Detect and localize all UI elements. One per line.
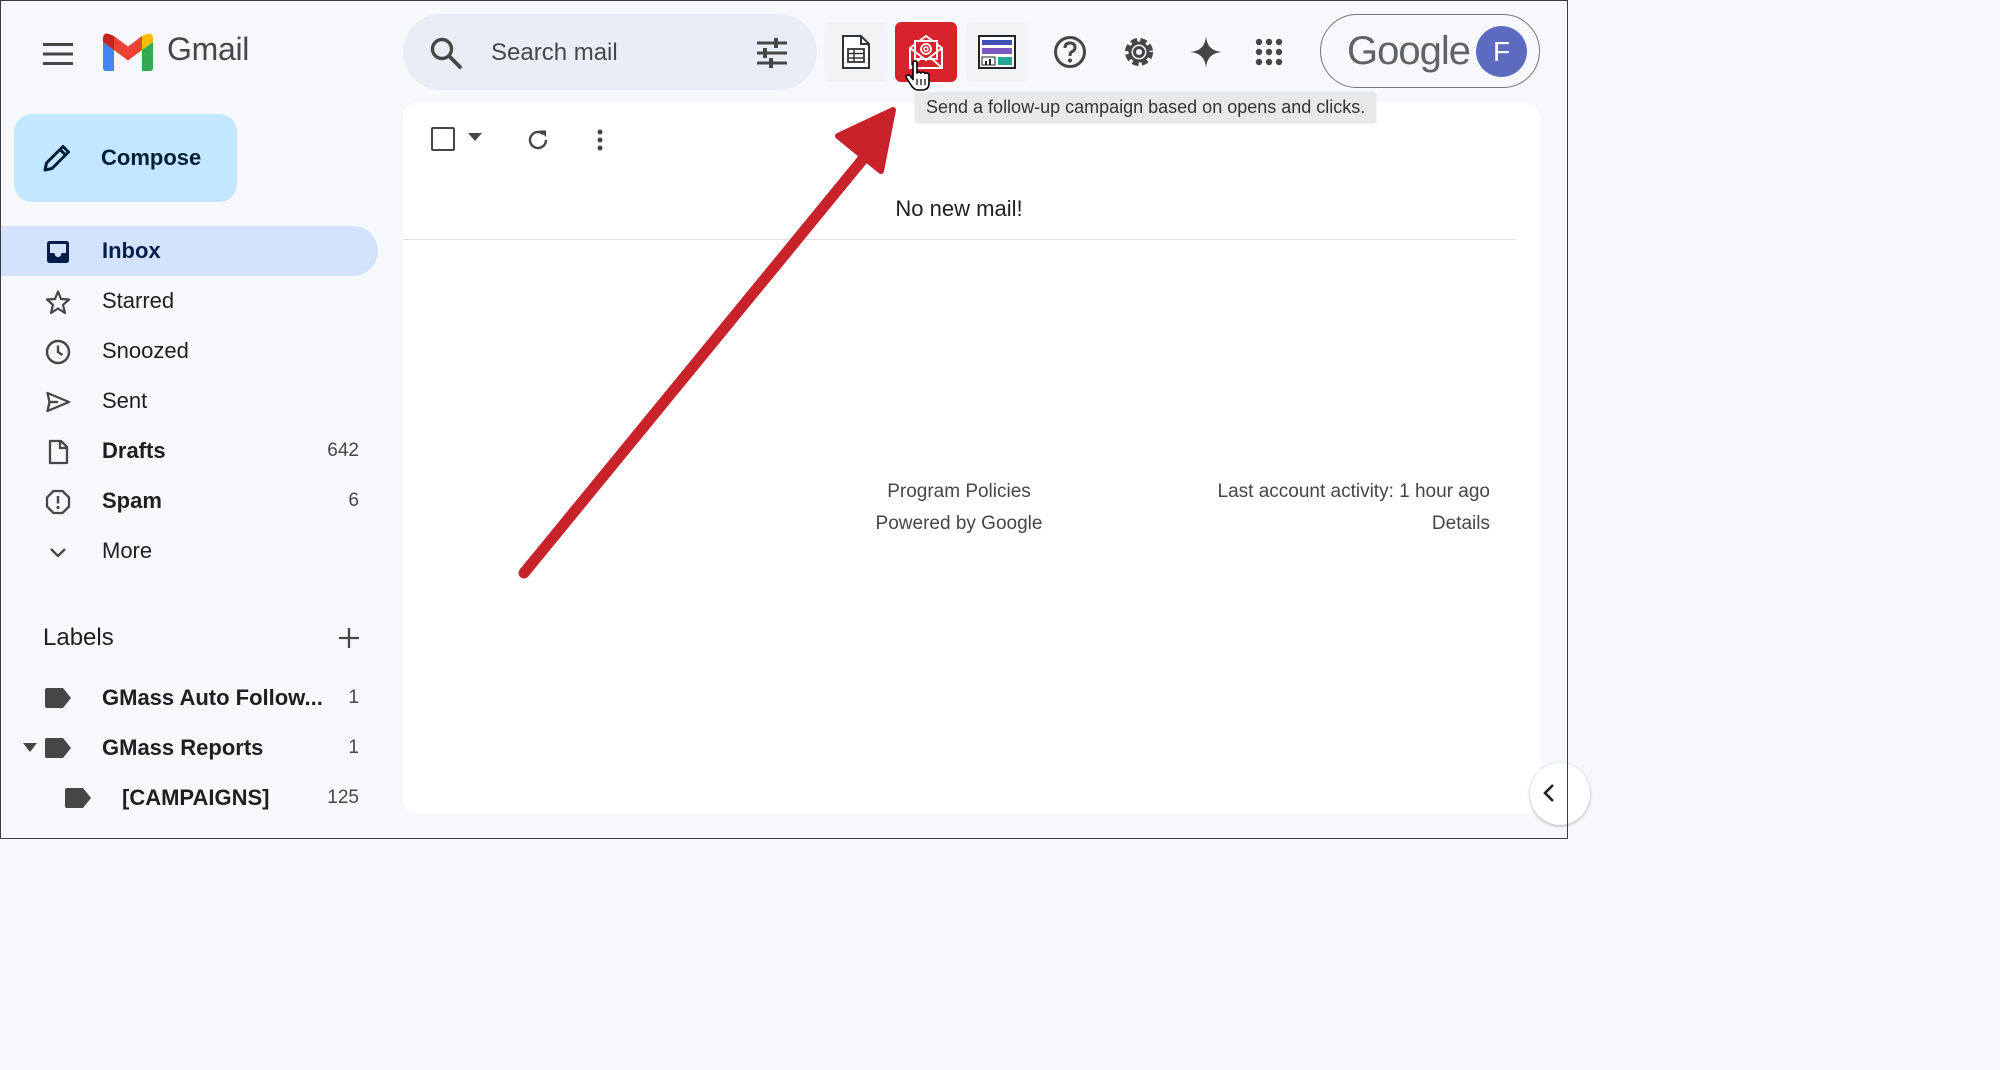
sidebar-item-label: Inbox [102, 238, 161, 263]
apps-icon [1255, 38, 1283, 66]
gemini-icon [1190, 36, 1222, 68]
apps-button[interactable] [1245, 28, 1293, 76]
label-name: GMass Auto Follow... [102, 685, 323, 710]
select-all-checkbox[interactable] [431, 127, 455, 151]
spam-icon [44, 488, 72, 516]
account-switcher[interactable]: Google F [1320, 14, 1540, 88]
compose-button[interactable]: Compose [14, 114, 237, 202]
hand-cursor-icon [905, 60, 930, 91]
send-icon [44, 388, 72, 416]
draft-icon [44, 438, 72, 466]
search-input[interactable] [489, 34, 743, 72]
powered-by-text: Powered by Google [875, 513, 1043, 534]
label-item-gmass-reports[interactable]: GMass Reports 1 [0, 723, 378, 773]
sheets-icon [842, 35, 870, 69]
sidebar-item-label: Starred [102, 288, 175, 313]
sidebar-item-label: Sent [102, 388, 148, 413]
help-icon [1054, 36, 1086, 68]
campaign-tooltip: Send a follow-up campaign based on opens… [915, 92, 1377, 122]
sheets-button[interactable] [825, 22, 887, 82]
google-logo-text: Google [1347, 29, 1471, 73]
chevron-down-icon [44, 538, 72, 566]
sidebar-item-label: Snoozed [102, 338, 189, 363]
menu-icon [43, 43, 73, 65]
chevron-left-icon [1543, 784, 1554, 802]
sidebar-item-inbox[interactable]: Inbox [0, 226, 378, 276]
divider [403, 239, 1516, 240]
drafts-count: 642 [327, 440, 359, 461]
caret-down-icon[interactable] [23, 743, 37, 752]
kebab-icon [597, 129, 603, 151]
settings-icon [1125, 38, 1153, 66]
refresh-icon [528, 130, 548, 150]
last-activity-text: Last account activity: 1 hour ago [1217, 481, 1491, 502]
add-label-button[interactable] [334, 623, 364, 653]
refresh-button[interactable] [520, 122, 556, 158]
sidebar-item-label: More [102, 538, 153, 563]
brand-name: Gmail [167, 31, 250, 67]
label-tag-icon [65, 788, 91, 808]
label-item-campaigns[interactable]: [CAMPAIGNS] 125 [0, 773, 378, 823]
label-count: 125 [327, 787, 359, 808]
label-count: 1 [348, 737, 359, 758]
avatar[interactable]: F [1476, 26, 1527, 77]
help-button[interactable] [1046, 28, 1094, 76]
sidebar-item-spam[interactable]: Spam 6 [0, 476, 378, 526]
sidebar-item-starred[interactable]: Starred [0, 276, 378, 326]
pencil-icon [43, 145, 70, 172]
sidebar-item-label: Drafts [102, 438, 166, 463]
gemini-button[interactable] [1182, 28, 1230, 76]
label-item-gmass-auto-followup[interactable]: GMass Auto Follow... 1 [0, 673, 378, 723]
search-icon[interactable] [429, 36, 463, 70]
search-bar[interactable] [403, 14, 817, 90]
tune-icon[interactable] [755, 38, 789, 68]
gmail-logo-icon[interactable] [102, 33, 154, 71]
spam-count: 6 [348, 490, 359, 511]
more-options-button[interactable] [584, 122, 616, 158]
sidebar-item-snoozed[interactable]: Snoozed [0, 326, 378, 376]
label-tag-icon [45, 738, 71, 758]
reports-button[interactable] [966, 22, 1028, 82]
sidebar-item-drafts[interactable]: Drafts 642 [0, 426, 378, 476]
select-dropdown-icon[interactable] [468, 133, 482, 141]
clock-icon [44, 338, 72, 366]
reports-icon [978, 35, 1016, 69]
sidebar-nav: Inbox Starred Snoozed Sent Drafts 642 Sp… [0, 226, 378, 576]
inbox-icon [44, 238, 72, 266]
main-menu-button[interactable] [34, 30, 82, 78]
labels-heading: Labels [43, 624, 114, 651]
settings-button[interactable] [1115, 28, 1163, 76]
label-tag-icon [45, 688, 71, 708]
program-policies-link[interactable]: Program Policies [840, 481, 1078, 503]
star-icon [44, 288, 72, 316]
details-link[interactable]: Details [1432, 513, 1490, 535]
label-name: GMass Reports [102, 735, 264, 760]
label-name: [CAMPAIGNS] [122, 785, 270, 810]
side-panel-toggle[interactable] [1530, 763, 1590, 825]
compose-label: Compose [101, 145, 202, 170]
empty-inbox-message: No new mail! [895, 196, 1023, 221]
sidebar-item-label: Spam [102, 488, 162, 513]
sidebar-item-more[interactable]: More [0, 526, 378, 576]
plus-icon [339, 628, 359, 648]
sidebar-item-sent[interactable]: Sent [0, 376, 378, 426]
label-count: 1 [348, 687, 359, 708]
